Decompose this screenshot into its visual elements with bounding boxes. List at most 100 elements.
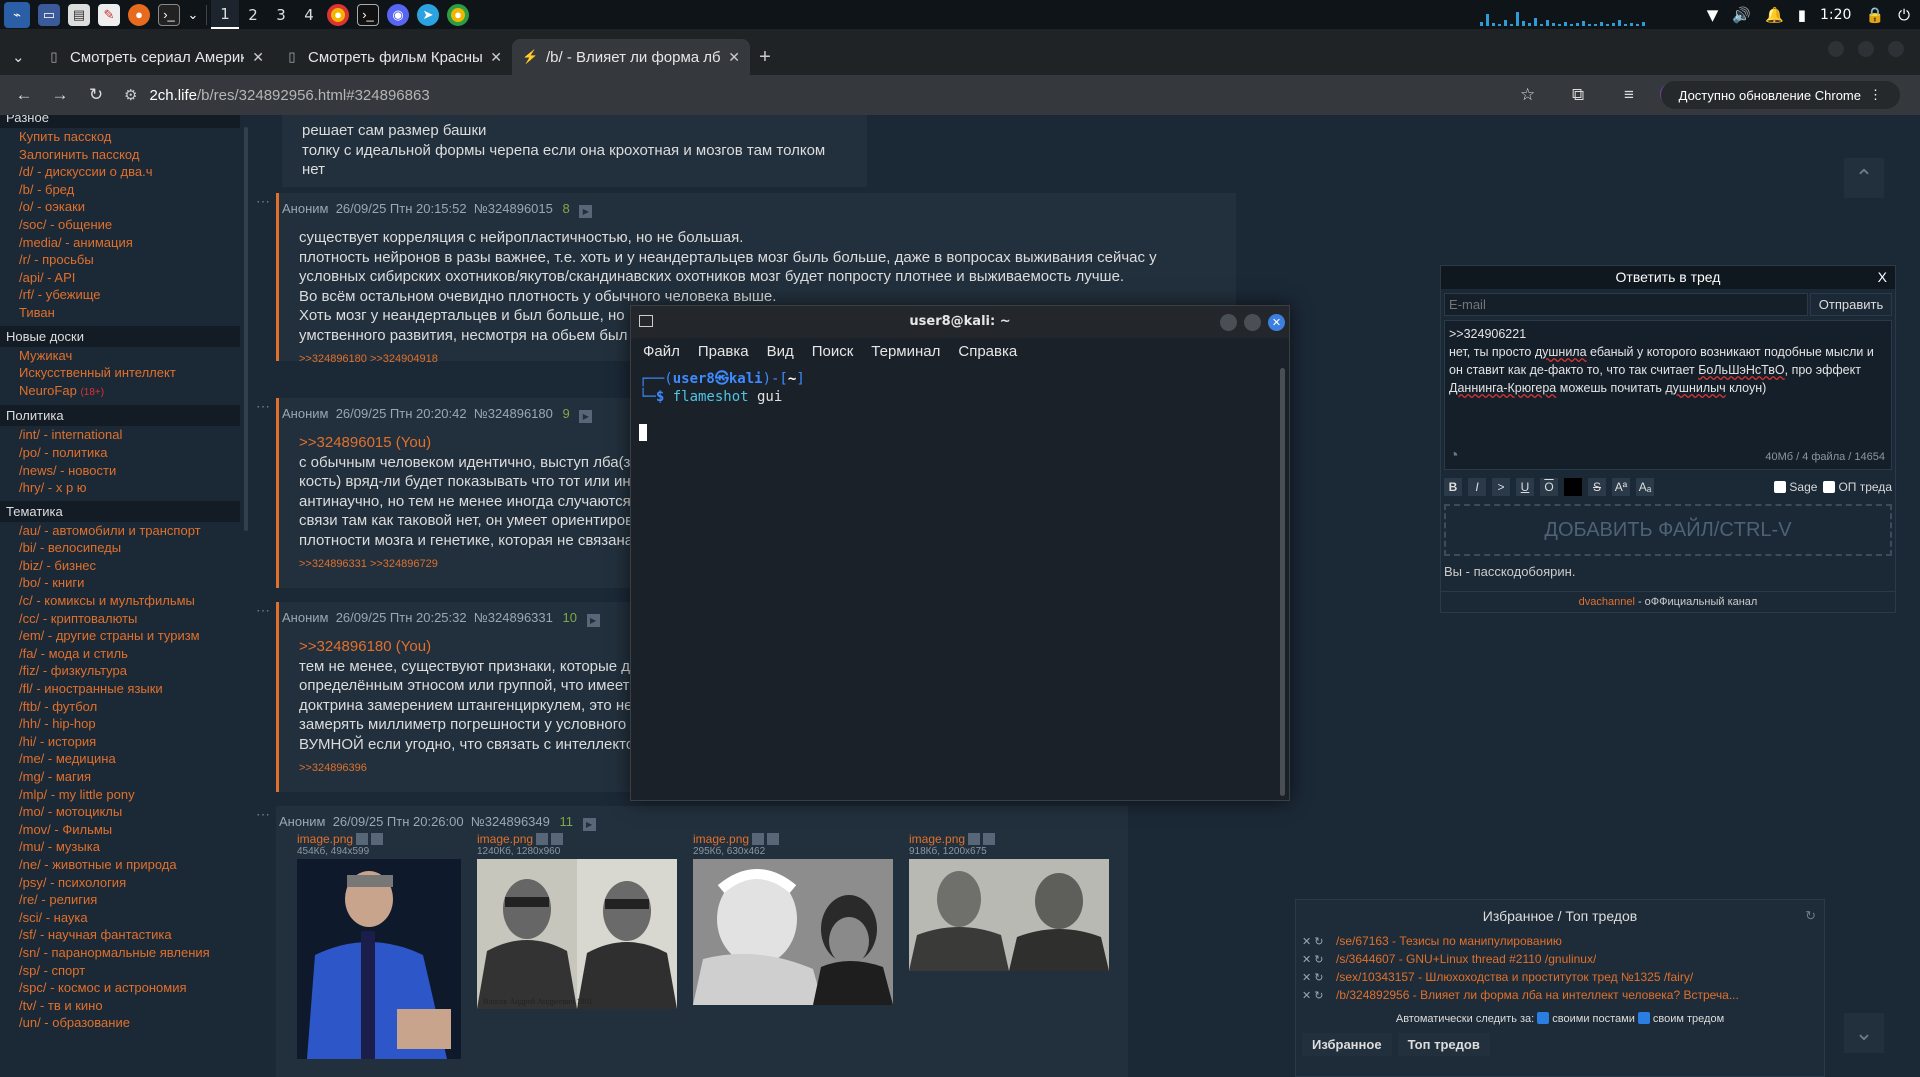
image-thumbnail-4[interactable] <box>909 859 1109 971</box>
sidebar-link[interactable]: /un/ - образование <box>0 1014 240 1032</box>
sidebar-link[interactable]: /o/ - оэкаки <box>0 198 240 216</box>
forward-arrow-icon[interactable]: → <box>42 85 78 105</box>
remove-refresh-icons[interactable]: ✕ ↻ <box>1302 971 1336 984</box>
sidebar-link[interactable]: /bo/ - книги <box>0 574 240 592</box>
sidebar-link[interactable]: /spc/ - космос и астрономия <box>0 979 240 997</box>
sidebar-link[interactable]: /r/ - просьбы <box>0 251 240 269</box>
extensions-icon[interactable]: ⧉ <box>1572 85 1584 105</box>
sidebar-link[interactable]: /hi/ - история <box>0 733 240 751</box>
terminal-titlebar[interactable]: user8@kali: ~ ✕ <box>631 306 1289 338</box>
download-icon[interactable] <box>767 833 780 845</box>
remove-refresh-icons[interactable]: ✕ ↻ <box>1302 953 1336 966</box>
post-number[interactable]: №324896180 <box>474 406 553 421</box>
tab-list-button[interactable]: ⌄ <box>0 39 36 75</box>
sidebar-link[interactable]: /cc/ - криптовалюты <box>0 610 240 628</box>
close-reply-button[interactable]: X <box>1878 266 1887 289</box>
captcha-icon[interactable]: ◔ <box>1449 447 1459 465</box>
strike-button[interactable]: S <box>1588 478 1606 496</box>
italic-button[interactable]: I <box>1468 478 1486 496</box>
power-icon[interactable]: ⏻ <box>1898 6 1910 24</box>
sidebar-link-neurofap[interactable]: NeuroFap (18+) <box>0 382 240 402</box>
favorite-link[interactable]: /sex/10343157 - Шлюхоходства и проститут… <box>1336 970 1693 984</box>
sidebar-link[interactable]: /b/ - бред <box>0 181 240 199</box>
sidebar-link[interactable]: Искусственный интеллект <box>0 364 240 382</box>
follow-thread-checkbox[interactable] <box>1637 1012 1650 1024</box>
menu-terminal[interactable]: Терминал <box>871 343 940 360</box>
image-filename[interactable]: image.png <box>909 832 965 846</box>
search-image-icon[interactable] <box>752 833 765 845</box>
terminal-task-icon[interactable]: ›_ <box>357 3 379 26</box>
maximize-button[interactable] <box>1858 41 1874 57</box>
sidebar-link[interactable]: /fiz/ - физкультура <box>0 662 240 680</box>
discord-icon[interactable]: ◉ <box>387 3 409 26</box>
channel-link[interactable]: dvachannel <box>1579 596 1635 608</box>
download-icon[interactable] <box>983 833 996 845</box>
site-settings-icon[interactable]: ⚙ <box>124 86 137 104</box>
browser-tab-1[interactable]: ▯ Смотреть сериал Америк ✕ <box>36 39 274 75</box>
close-icon[interactable]: ✕ <box>252 49 264 66</box>
terminal-output[interactable]: ┌──(user8㉿kali)-[~] └─$ flameshot gui <box>631 364 1289 801</box>
sidebar-link[interactable]: /sci/ - наука <box>0 909 240 927</box>
search-image-icon[interactable] <box>356 833 369 845</box>
sidebar-link[interactable]: /mu/ - музыка <box>0 838 240 856</box>
sidebar-link[interactable]: /au/ - автомобили и транспорт <box>0 522 240 540</box>
sidebar-link[interactable]: /sf/ - научная фантастика <box>0 926 240 944</box>
post-menu-dots[interactable]: ⋯ <box>256 602 270 619</box>
firefox-icon[interactable]: ● <box>128 3 150 26</box>
sidebar-link[interactable]: /psy/ - психология <box>0 874 240 892</box>
more-menu-icon[interactable]: ⋮ <box>1869 87 1882 103</box>
sage-checkbox[interactable]: Sage <box>1774 480 1817 494</box>
wifi-icon[interactable]: ▼ <box>1707 6 1719 24</box>
volume-icon[interactable]: 🔊 <box>1732 6 1751 24</box>
workspace-2[interactable]: 2 <box>239 0 267 29</box>
clock[interactable]: 1:20 <box>1820 7 1851 23</box>
close-window-button[interactable] <box>1888 41 1904 57</box>
lock-icon[interactable]: 🔒 <box>1865 6 1884 24</box>
sidebar-link[interactable]: /tv/ - тв и кино <box>0 997 240 1015</box>
workspace-1[interactable]: 1 <box>211 0 239 29</box>
post-menu-dots[interactable]: ⋯ <box>256 193 270 210</box>
image-filename[interactable]: image.png <box>477 832 533 846</box>
desktop-icon[interactable]: ▭ <box>38 3 60 26</box>
post-number[interactable]: №324896331 <box>474 610 553 625</box>
download-icon[interactable] <box>551 833 564 845</box>
back-arrow-icon[interactable]: ← <box>6 85 42 105</box>
text-editor-icon[interactable]: ✎ <box>98 3 120 26</box>
sidebar-link[interactable]: /media/ - анимация <box>0 234 240 252</box>
url-bar[interactable]: ⚙ 2ch.life/b/res/324892956.html#32489686… <box>124 86 1424 105</box>
telegram-icon[interactable]: ➤ <box>417 3 439 26</box>
favorite-link[interactable]: /se/67163 - Тезисы по манипулированию <box>1336 934 1562 948</box>
play-icon[interactable]: ▶ <box>586 614 600 627</box>
update-chrome-button[interactable]: Доступно обновление Chrome ⋮ <box>1660 81 1900 109</box>
sidebar-link[interactable]: /me/ - медицина <box>0 750 240 768</box>
file-dropzone[interactable]: ДОБАВИТЬ ФАЙЛ/CTRL-V <box>1444 504 1892 556</box>
sidebar-link[interactable]: /api/ - API <box>0 269 240 287</box>
bold-button[interactable]: B <box>1444 478 1462 496</box>
email-field[interactable] <box>1444 293 1808 316</box>
remove-refresh-icons[interactable]: ✕ ↻ <box>1302 989 1336 1002</box>
browser-tab-2[interactable]: ▯ Смотреть фильм Красны ✕ <box>274 39 512 75</box>
menu-edit[interactable]: Правка <box>698 343 749 360</box>
sidebar-link[interactable]: /news/ - новости <box>0 462 240 480</box>
image-thumbnail-2[interactable]: Власов Андрей Андреевич 1901 <box>477 859 677 1009</box>
overline-button[interactable]: O <box>1540 478 1558 496</box>
sidebar-link[interactable]: /mg/ - магия <box>0 768 240 786</box>
sidebar-link[interactable]: /bi/ - велосипеды <box>0 539 240 557</box>
sidebar-link[interactable]: /re/ - религия <box>0 891 240 909</box>
sidebar-link[interactable]: /int/ - international <box>0 426 240 444</box>
media-queue-icon[interactable]: ≡ <box>1624 85 1634 105</box>
chrome-second-icon[interactable]: ● <box>447 3 469 26</box>
sidebar-link[interactable]: /c/ - комиксы и мультфильмы <box>0 592 240 610</box>
sidebar-link[interactable]: /mlp/ - my little pony <box>0 786 240 804</box>
image-filename[interactable]: image.png <box>693 832 749 846</box>
minimize-button[interactable] <box>1220 314 1237 331</box>
terminal-launcher-icon[interactable]: ›_ <box>158 3 180 26</box>
sidebar-link[interactable]: /hh/ - hip-hop <box>0 715 240 733</box>
scroll-up-button[interactable]: ⌃ <box>1844 158 1884 198</box>
menu-help[interactable]: Справка <box>958 343 1017 360</box>
menu-search[interactable]: Поиск <box>812 343 854 360</box>
sidebar-link[interactable]: /mo/ - мотоциклы <box>0 803 240 821</box>
post-number[interactable]: №324896349 <box>471 814 550 829</box>
sidebar-link[interactable]: /soc/ - общение <box>0 216 240 234</box>
send-button[interactable]: Отправить <box>1810 293 1892 316</box>
